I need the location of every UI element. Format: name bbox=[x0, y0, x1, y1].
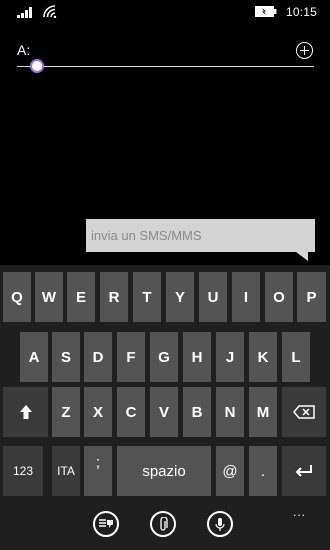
key-p[interactable]: P bbox=[297, 272, 326, 322]
key-x[interactable]: X bbox=[84, 387, 112, 437]
message-bubble-tail bbox=[296, 252, 308, 261]
attach-icon bbox=[160, 516, 168, 531]
app-bar: ... bbox=[0, 502, 330, 550]
microphone-button[interactable] bbox=[207, 511, 233, 537]
enter-icon bbox=[295, 465, 312, 477]
backspace-icon bbox=[293, 405, 315, 419]
key-period[interactable]: . bbox=[249, 446, 277, 496]
language-key[interactable]: ITA bbox=[52, 446, 80, 496]
key-o[interactable]: O bbox=[265, 272, 293, 322]
status-bar: 10:15 bbox=[0, 0, 330, 26]
more-options[interactable]: ... bbox=[293, 505, 306, 519]
key-b[interactable]: B bbox=[183, 387, 211, 437]
key-u[interactable]: U bbox=[199, 272, 227, 322]
key-h[interactable]: H bbox=[183, 332, 211, 382]
key-z[interactable]: Z bbox=[52, 387, 80, 437]
key-y[interactable]: Y bbox=[166, 272, 194, 322]
key-e[interactable]: E bbox=[67, 272, 95, 322]
microphone-icon bbox=[215, 517, 225, 531]
add-contact-icon[interactable] bbox=[296, 42, 313, 59]
key-at[interactable]: @ bbox=[216, 446, 244, 496]
key-t[interactable]: T bbox=[133, 272, 161, 322]
backspace-key[interactable] bbox=[282, 387, 326, 437]
space-key[interactable]: spazio bbox=[117, 446, 211, 496]
key-q[interactable]: Q bbox=[3, 272, 31, 322]
quick-replies-icon bbox=[99, 519, 113, 528]
numbers-key[interactable]: 123 bbox=[3, 446, 43, 496]
key-v[interactable]: V bbox=[150, 387, 178, 437]
key-j[interactable]: J bbox=[216, 332, 244, 382]
key-d[interactable]: D bbox=[84, 332, 112, 382]
key-g[interactable]: G bbox=[150, 332, 178, 382]
clock: 10:15 bbox=[286, 5, 318, 19]
key-f[interactable]: F bbox=[117, 332, 145, 382]
message-input[interactable]: invia un SMS/MMS bbox=[86, 219, 315, 252]
recipient-input-underline[interactable] bbox=[17, 66, 314, 67]
shift-arrow-icon bbox=[19, 405, 32, 419]
key-n[interactable]: N bbox=[216, 387, 244, 437]
attach-button[interactable] bbox=[150, 511, 176, 537]
enter-key[interactable] bbox=[282, 446, 326, 496]
recipient-row: A: bbox=[0, 38, 330, 78]
key-semicolon[interactable]: ; bbox=[84, 446, 112, 496]
key-a[interactable]: A bbox=[20, 332, 48, 382]
quick-replies-button[interactable] bbox=[93, 511, 119, 537]
wifi-icon bbox=[43, 5, 57, 18]
signal-strength-icon bbox=[17, 6, 37, 18]
key-i[interactable]: I bbox=[232, 272, 260, 322]
key-r[interactable]: R bbox=[100, 272, 128, 322]
key-c[interactable]: C bbox=[117, 387, 145, 437]
key-s[interactable]: S bbox=[52, 332, 80, 382]
battery-icon bbox=[255, 6, 277, 17]
key-m[interactable]: M bbox=[249, 387, 277, 437]
shift-key[interactable] bbox=[3, 387, 48, 437]
key-l[interactable]: L bbox=[282, 332, 310, 382]
key-k[interactable]: K bbox=[249, 332, 277, 382]
to-label: A: bbox=[17, 42, 31, 58]
key-w[interactable]: W bbox=[35, 272, 63, 322]
text-cursor-handle[interactable] bbox=[30, 59, 44, 73]
